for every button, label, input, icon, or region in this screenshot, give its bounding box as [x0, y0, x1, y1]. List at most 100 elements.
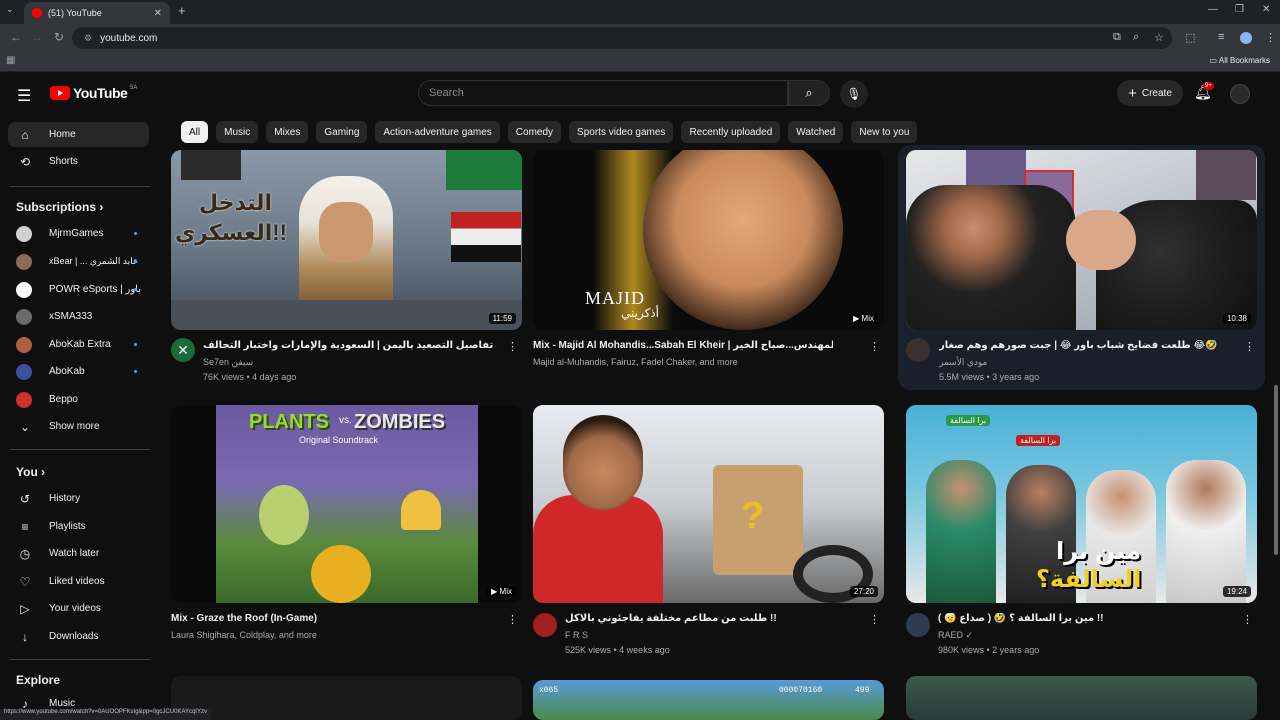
video-card[interactable]: x065 000070160 499 [533, 680, 884, 720]
channel-avatar[interactable] [906, 338, 930, 362]
voice-search-button[interactable]: 🎙 [840, 80, 868, 108]
video-thumbnail[interactable] [171, 676, 522, 720]
sidebar-item-downloads[interactable]: ↓ Downloads [8, 624, 149, 649]
ships-strip [171, 300, 522, 330]
minimize-icon[interactable]: — [1208, 4, 1218, 15]
channel-avatar[interactable]: ✕ [171, 338, 195, 362]
sidebar-item-playlists[interactable]: ≡ Playlists [8, 514, 149, 539]
you-heading[interactable]: You › [16, 465, 45, 479]
chip-gaming[interactable]: Gaming [316, 121, 368, 143]
omnibox[interactable]: ⚙ youtube.com [72, 27, 1172, 49]
video-card[interactable]: ? 27:20 طلبت من مطاعم مختلفة يفاجئوني با… [533, 405, 884, 660]
video-card[interactable] [906, 676, 1257, 720]
back-icon[interactable]: ← [10, 30, 22, 44]
video-thumbnail[interactable]: x065 000070160 499 [533, 680, 884, 720]
chip-mixes[interactable]: Mixes [266, 121, 309, 143]
channel-name[interactable]: RAED ✓ [938, 630, 973, 641]
page-scrollbar[interactable] [1274, 385, 1278, 555]
video-thumbnail[interactable] [906, 676, 1257, 720]
account-avatar[interactable] [1230, 84, 1250, 104]
video-thumbnail[interactable]: التدخل العسكري!! 11:59 [171, 150, 522, 330]
video-title[interactable]: تفاصيل التصعيد باليمن | السعودية والإمار… [203, 340, 503, 351]
chip-action-adventure-games[interactable]: Action-adventure games [375, 121, 500, 143]
channel-avatar[interactable] [906, 613, 930, 637]
reload-icon[interactable]: ↻ [54, 30, 64, 44]
youtube-logo[interactable]: YouTube SA [50, 85, 137, 101]
chip-sports-video-games[interactable]: Sports video games [569, 121, 674, 143]
video-card[interactable]: PLANTS vs. ZOMBIES Original Soundtrack ▶… [171, 405, 522, 645]
search-button[interactable]: ⌕ [788, 80, 830, 106]
chip-new-to-you[interactable]: New to you [851, 121, 918, 143]
video-title[interactable]: Mix - Majid Al Mohandis...Sabah El Kheir… [533, 340, 833, 351]
forward-icon[interactable]: → [31, 30, 43, 44]
video-title[interactable]: طلعت فضايح شباب باور 😂 | جبت صورهم وهم ص… [939, 340, 1239, 351]
video-title[interactable]: طلبت من مطاعم مختلفة يفاجئوني بالاكل !! [565, 613, 865, 624]
show-more-button[interactable]: ⌄ Show more [8, 414, 149, 439]
sidebar-item-your-videos[interactable]: ▷ Your videos [8, 596, 149, 621]
new-content-dot [134, 260, 137, 263]
subscription-item[interactable]: AboKab Extra [8, 332, 149, 357]
chip-recently-uploaded[interactable]: Recently uploaded [681, 121, 781, 143]
more-actions-icon[interactable]: ⋮ [507, 340, 518, 353]
video-thumbnail[interactable]: 10:38 [906, 150, 1257, 330]
video-card[interactable]: التدخل العسكري!! 11:59 ✕ تفاصيل التصعيد … [171, 150, 522, 390]
channel-name[interactable]: Se7en سيفن [203, 357, 253, 368]
subscription-item[interactable]: MjrmGames [8, 221, 149, 246]
subscription-item[interactable]: xSMA333 [8, 304, 149, 329]
search-input[interactable] [429, 87, 787, 99]
channel-avatar[interactable] [533, 613, 557, 637]
bookmark-star-icon[interactable]: ☆ [1154, 31, 1164, 44]
all-bookmarks-button[interactable]: ▭ All Bookmarks [1210, 56, 1270, 65]
chip-all[interactable]: All [181, 121, 209, 143]
video-card[interactable]: برا السالفة برا السالفة مين برا السالفة؟… [906, 405, 1257, 660]
video-card[interactable] [171, 676, 522, 720]
video-thumbnail[interactable]: برا السالفة برا السالفة مين برا السالفة؟… [906, 405, 1257, 603]
zoom-icon[interactable]: ⌕ [1133, 31, 1139, 44]
video-thumbnail[interactable]: ? 27:20 [533, 405, 884, 603]
media-control-icon[interactable]: ≡ [1218, 31, 1224, 43]
channel-name[interactable]: F R S [565, 630, 588, 640]
subscription-item[interactable]: Beppo [8, 387, 149, 412]
chip-music[interactable]: Music [216, 121, 259, 143]
more-actions-icon[interactable]: ⋮ [1244, 340, 1255, 353]
close-tab-icon[interactable]: ✕ [154, 8, 162, 19]
sidebar-item-shorts[interactable]: ⟲ Shorts [8, 149, 149, 174]
more-actions-icon[interactable]: ⋮ [507, 613, 518, 626]
channel-name[interactable]: مودي الأسمر [939, 357, 987, 368]
tab-list-icon[interactable]: ⌄ [6, 4, 14, 15]
profile-icon[interactable] [1240, 32, 1252, 44]
close-window-icon[interactable]: ✕ [1262, 4, 1270, 15]
channel-name[interactable]: Majid al-Muhandis, Fairuz, Fadel Chaker,… [533, 357, 738, 367]
site-info-icon[interactable]: ⚙ [84, 33, 92, 44]
subscription-item[interactable]: xBear | ... عابد الشمري [8, 249, 149, 274]
browser-tab[interactable]: (51) YouTube ✕ [24, 2, 170, 24]
sidebar-item-history[interactable]: ↺ History [8, 486, 149, 511]
subscription-item[interactable]: AboKab [8, 359, 149, 384]
video-card-hovered[interactable]: 10:38 طلعت فضايح شباب باور 😂 | جبت صورهم… [898, 145, 1265, 390]
subscription-item[interactable]: POWR eSports | باور [8, 277, 149, 302]
more-actions-icon[interactable]: ⋮ [869, 340, 880, 353]
video-card[interactable]: MAJID أذكريني ▶ Mix Mix - Majid Al Mohan… [533, 150, 884, 390]
subscriptions-heading[interactable]: Subscriptions › [16, 200, 103, 214]
chrome-menu-icon[interactable]: ⋮ [1265, 31, 1276, 44]
more-actions-icon[interactable]: ⋮ [1242, 613, 1253, 626]
cast-icon[interactable]: ⧉ [1113, 31, 1121, 44]
video-thumbnail[interactable]: PLANTS vs. ZOMBIES Original Soundtrack ▶… [171, 405, 522, 603]
new-tab-icon[interactable]: + [178, 3, 186, 18]
apps-grid-icon[interactable]: ▦ [6, 55, 15, 66]
video-thumbnail[interactable]: MAJID أذكريني ▶ Mix [533, 150, 884, 330]
maximize-icon[interactable]: ❐ [1235, 4, 1244, 15]
video-title[interactable]: Mix - Graze the Roof (In-Game) [171, 613, 471, 624]
sidebar-item-watch-later[interactable]: ◷ Watch later [8, 541, 149, 566]
more-actions-icon[interactable]: ⋮ [869, 613, 880, 626]
create-button[interactable]: + Create [1117, 80, 1183, 106]
chip-watched[interactable]: Watched [788, 121, 844, 143]
guide-menu-icon[interactable]: ☰ [17, 86, 31, 106]
sidebar-item-home[interactable]: ⌂ Home [8, 122, 149, 147]
explore-heading: Explore [16, 673, 61, 687]
extensions-icon[interactable]: ⬚ [1185, 31, 1195, 44]
sidebar-item-liked-videos[interactable]: ♡ Liked videos [8, 569, 149, 594]
chip-comedy[interactable]: Comedy [507, 121, 562, 143]
video-title[interactable]: مين برا السالفة ؟ 🤣 ( صداع 🤕 ) !! [938, 613, 1238, 624]
channel-name[interactable]: Laura Shigihara, Coldplay, and more [171, 630, 317, 640]
